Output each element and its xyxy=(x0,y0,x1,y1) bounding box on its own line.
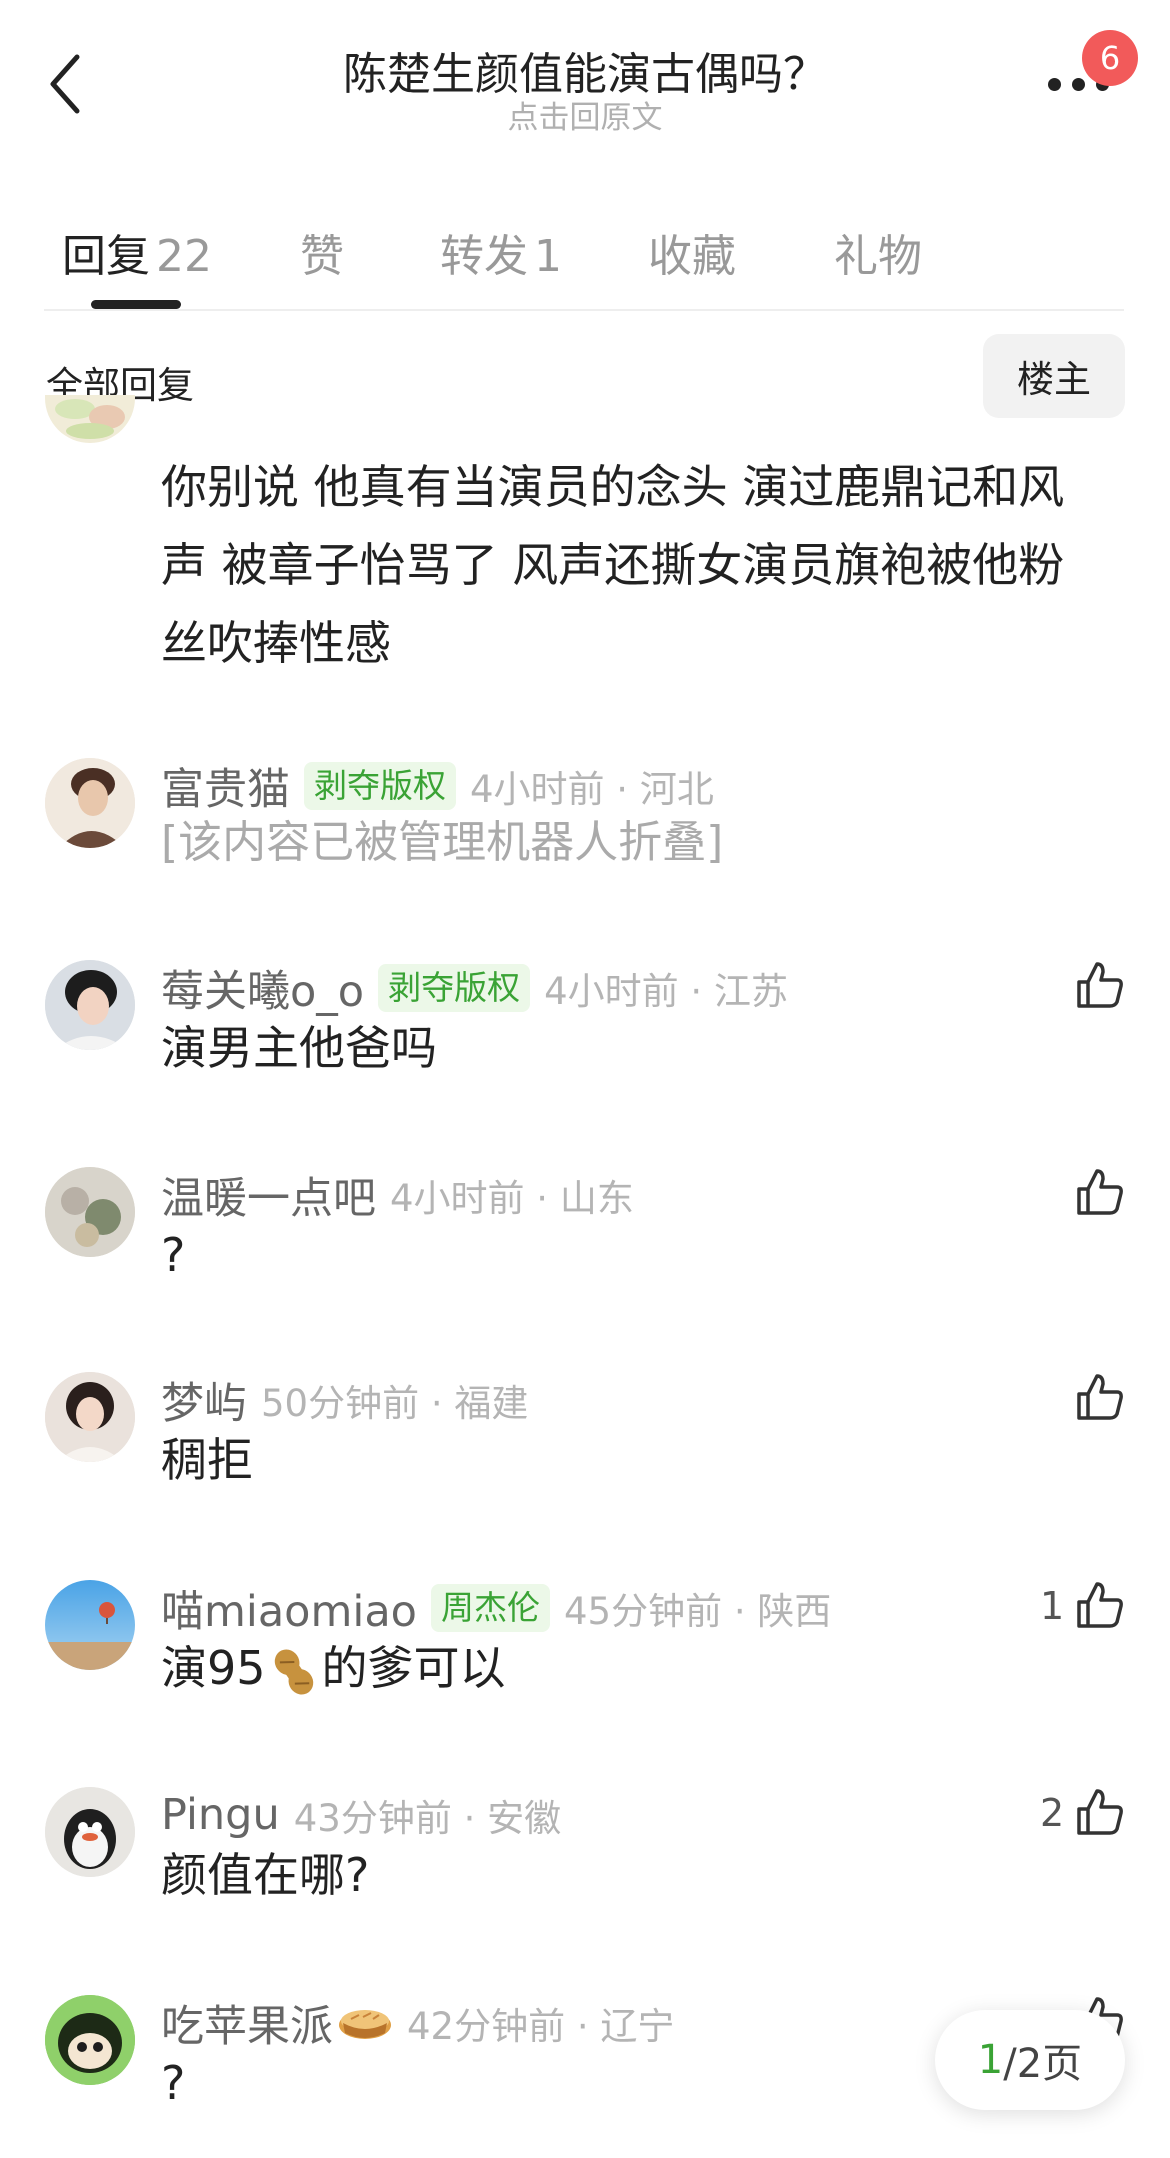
comment-meta: 莓关曦o_o 剥夺版权 4小时前 · 江苏 xyxy=(161,957,788,1019)
like-count: 1 xyxy=(1040,1584,1065,1628)
avatar[interactable] xyxy=(45,395,135,443)
more-dots-icon xyxy=(1048,78,1061,91)
thumbs-up-icon[interactable] xyxy=(1075,1372,1125,1422)
username[interactable]: 喵miaomiao xyxy=(161,1577,417,1639)
comment-meta: 梦屿 50分钟前 · 福建 xyxy=(161,1369,529,1431)
comment-meta: Pingu 43分钟前 · 安徽 xyxy=(161,1787,561,1843)
thumbs-up-icon[interactable] xyxy=(1075,1787,1125,1837)
comment-meta: 吃苹果派 42分钟前 · 辽宁 xyxy=(161,1992,675,2054)
comment-time-location: 42分钟前 · 辽宁 xyxy=(407,2005,675,2048)
avatar[interactable] xyxy=(45,1580,135,1670)
current-page: 1 xyxy=(977,2037,1004,2083)
tab-likes[interactable]: 赞 xyxy=(300,220,344,284)
top-bar: 陈楚生颜值能演古偶吗？ 点击回原文 6 xyxy=(0,0,1170,150)
comment-time-location: 4小时前 · 山东 xyxy=(390,1177,634,1220)
comment-text: 演95 的爹可以 xyxy=(161,1633,506,1703)
comment-time-location: 50分钟前 · 福建 xyxy=(261,1382,529,1425)
tab-gifts[interactable]: 礼物 xyxy=(834,220,922,284)
comment-time-location: 4小时前 · 江苏 xyxy=(544,970,788,1013)
username[interactable]: Pingu xyxy=(161,1790,280,1840)
user-tag: 周杰伦 xyxy=(430,1584,550,1632)
comment-text: 你别说 他真有当演员的念头 演过鹿鼎记和风 声 被章子怡骂了 风声还撕女演员旗袍… xyxy=(161,460,1065,670)
tab-replies[interactable]: 回复 22 xyxy=(62,220,212,284)
user-tag: 剥夺版权 xyxy=(304,762,456,810)
op-filter-button[interactable]: 楼主 xyxy=(983,334,1125,418)
pie-emoji-icon xyxy=(339,2010,391,2039)
comment-time-location: 4小时前 · 河北 xyxy=(470,768,714,811)
comment-text: ? xyxy=(161,2056,186,2110)
comment-time-location: 45分钟前 · 陕西 xyxy=(563,1590,832,1633)
thumbs-up-icon[interactable] xyxy=(1075,1580,1125,1630)
peanut-emoji-icon xyxy=(274,1648,313,1695)
page-indicator[interactable]: 1/2页 xyxy=(935,2010,1125,2110)
like-count: 2 xyxy=(1040,1791,1065,1835)
comment-meta: 喵miaomiao 周杰伦 45分钟前 · 陕西 xyxy=(161,1577,832,1639)
tab-favorites[interactable]: 收藏 xyxy=(648,220,736,284)
avatar[interactable] xyxy=(45,1787,135,1877)
username[interactable]: 莓关曦o_o xyxy=(161,957,364,1019)
comment-meta: 温暖一点吧 4小时前 · 山东 xyxy=(161,1164,634,1226)
tab-bar: 回复 22 赞 转发 1 收藏 礼物 xyxy=(0,200,1170,310)
user-tag: 剥夺版权 xyxy=(378,964,531,1012)
username[interactable]: 梦屿 xyxy=(161,1369,247,1431)
avatar[interactable] xyxy=(45,1167,135,1257)
comment-text: 稠拒 xyxy=(161,1433,253,1487)
thumbs-up-icon[interactable] xyxy=(1075,960,1125,1010)
active-tab-indicator xyxy=(91,300,181,309)
tab-reposts[interactable]: 转发 1 xyxy=(440,220,562,284)
comment-text: 颜值在哪? xyxy=(161,1848,370,1902)
username[interactable]: 温暖一点吧 xyxy=(161,1164,376,1226)
comment-time-location: 43分钟前 · 安徽 xyxy=(293,1797,562,1840)
comment-meta: 富贵猫 剥夺版权 4小时前 · 河北 xyxy=(161,758,714,815)
username[interactable]: 吃苹果派 xyxy=(161,1992,333,2054)
back-to-original-link[interactable]: 点击回原文 xyxy=(0,92,1170,137)
avatar[interactable] xyxy=(45,960,135,1050)
divider xyxy=(44,309,1124,311)
notification-badge: 6 xyxy=(1082,30,1138,86)
avatar[interactable] xyxy=(45,1995,135,2085)
folded-comment-text[interactable]: [该内容已被管理机器人折叠] xyxy=(161,808,723,878)
total-pages: /2页 xyxy=(1003,2041,1083,2087)
thumbs-up-icon[interactable] xyxy=(1075,1167,1125,1217)
comment-text: ? xyxy=(161,1228,186,1282)
avatar[interactable] xyxy=(45,1372,135,1462)
comment-text: 演男主他爸吗 xyxy=(161,1021,437,1075)
avatar[interactable] xyxy=(45,758,135,848)
